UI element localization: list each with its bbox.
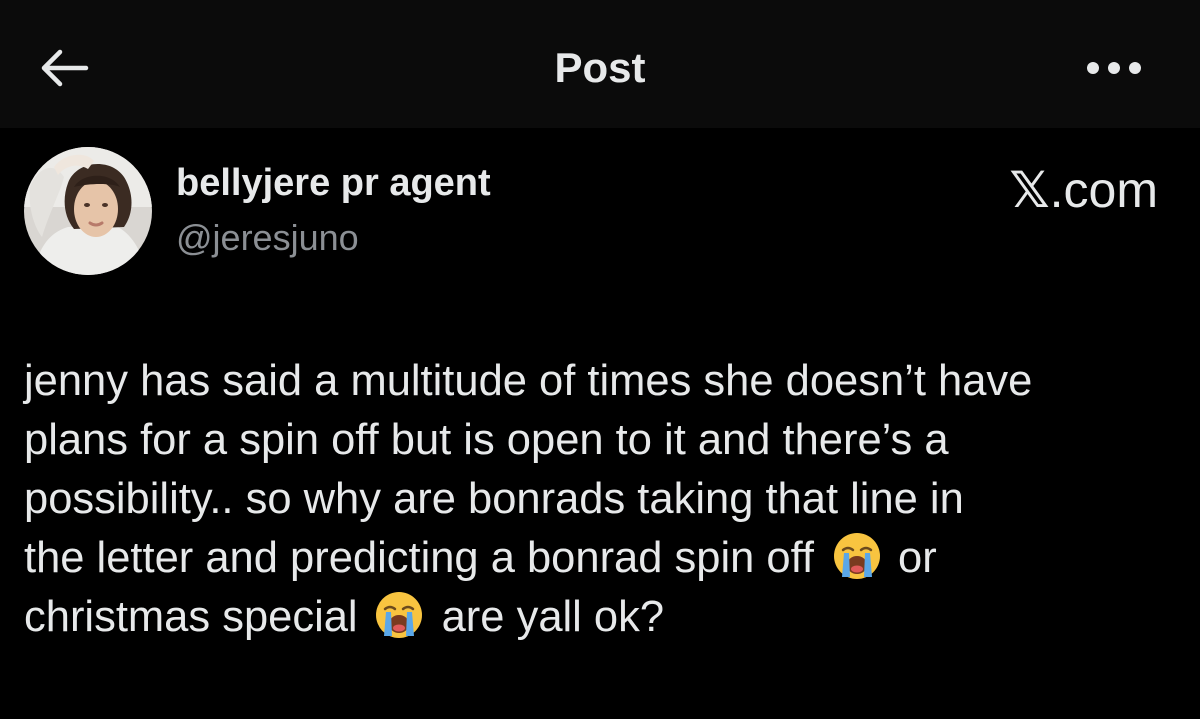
post-text: are yall ok? [441, 593, 665, 641]
post-line: plans for a spin off but is open to it a… [24, 411, 1184, 470]
post-text: or [898, 534, 937, 582]
post-text: plans for a spin off but is open to it a… [24, 416, 949, 464]
x-logo-icon: 𝕏 [1009, 161, 1050, 219]
post-line: christmas special are yall ok? [24, 588, 1184, 647]
watermark-suffix: .com [1049, 162, 1158, 218]
post-body: jenny has said a multitude of times she … [24, 352, 1184, 647]
avatar-photo [24, 147, 152, 275]
page-title: Post [554, 44, 646, 91]
more-options-button[interactable] [1076, 48, 1152, 88]
top-bar: Post [0, 0, 1200, 128]
author-display-name[interactable]: bellyjere pr agent [176, 160, 491, 206]
post-line: possibility.. so why are bonrads taking … [24, 470, 1184, 529]
post-line: the letter and predicting a bonrad spin … [24, 529, 1184, 588]
source-watermark: 𝕏.com [900, 160, 1158, 220]
post-line: jenny has said a multitude of times she … [24, 352, 1184, 411]
post-text: jenny has said a multitude of times she … [24, 357, 1033, 405]
more-dots-icon [1087, 62, 1141, 74]
post-text: possibility.. so why are bonrads taking … [24, 475, 964, 523]
post-text: christmas special [24, 593, 358, 641]
post-text: the letter and predicting a bonrad spin … [24, 534, 814, 582]
loudly-crying-face-icon [375, 592, 422, 638]
author-handle[interactable]: @jeresjuno [176, 216, 359, 260]
avatar[interactable] [24, 147, 152, 275]
loudly-crying-face-icon [834, 533, 880, 579]
